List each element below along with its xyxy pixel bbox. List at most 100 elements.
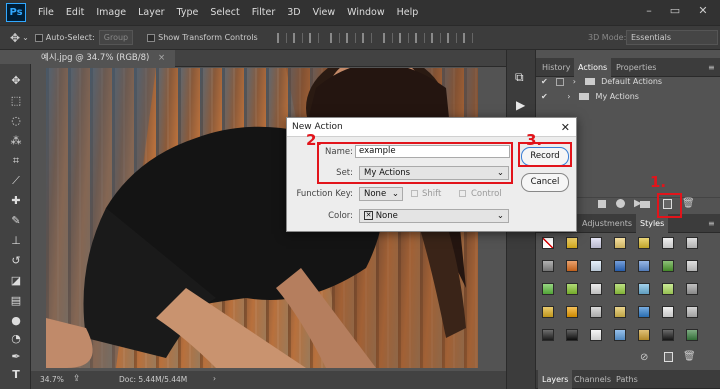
document-tab[interactable]: 예시.jpg @ 34.7% (RGB/8) × <box>31 50 176 67</box>
dodge-tool-icon[interactable]: ◔ <box>9 332 23 346</box>
align-right-icon[interactable] <box>361 32 372 43</box>
eyedropper-tool-icon[interactable]: ⟋ <box>9 174 23 188</box>
distribute-middle-icon[interactable] <box>398 32 409 43</box>
trash-icon[interactable]: 🗑 <box>683 351 696 362</box>
menu-image[interactable]: Image <box>90 0 132 25</box>
blur-tool-icon[interactable]: ● <box>9 314 23 328</box>
menu-file[interactable]: File <box>32 0 60 25</box>
expand-arrow-icon[interactable]: › <box>573 77 576 86</box>
auto-select-checkbox[interactable] <box>34 33 43 42</box>
menu-edit[interactable]: Edit <box>60 0 90 25</box>
control-checkbox[interactable] <box>459 190 466 197</box>
style-swatch[interactable] <box>686 329 698 341</box>
shift-checkbox[interactable] <box>411 190 418 197</box>
share-icon[interactable]: ⇪ <box>73 374 81 384</box>
status-arrow-icon[interactable]: › <box>213 374 216 383</box>
align-middle-icon[interactable] <box>292 32 303 43</box>
style-swatch[interactable] <box>566 306 578 318</box>
healing-brush-tool-icon[interactable]: ✚ <box>9 194 23 208</box>
actions-panel-icon[interactable]: ▶ <box>516 98 525 112</box>
style-swatch[interactable] <box>686 260 698 272</box>
style-swatch[interactable] <box>662 260 674 272</box>
cancel-button[interactable]: Cancel <box>521 173 569 192</box>
style-swatch[interactable] <box>566 260 578 272</box>
distribute-bottom-icon[interactable] <box>414 32 425 43</box>
align-center-icon[interactable] <box>345 32 356 43</box>
new-set-folder-icon[interactable] <box>640 201 650 208</box>
close-tab-icon[interactable]: × <box>158 53 165 63</box>
style-swatch[interactable] <box>542 329 554 341</box>
clear-style-icon[interactable]: ⊘ <box>640 352 648 363</box>
style-swatch[interactable] <box>590 260 602 272</box>
style-swatch[interactable] <box>590 283 602 295</box>
close-icon[interactable]: ✕ <box>561 118 570 137</box>
menu-3d[interactable]: 3D <box>281 0 306 25</box>
style-swatch[interactable] <box>614 306 626 318</box>
style-swatch[interactable] <box>542 283 554 295</box>
gradient-tool-icon[interactable]: ▤ <box>9 294 23 308</box>
minimize-icon[interactable]: – <box>640 4 658 20</box>
style-swatch[interactable] <box>662 329 674 341</box>
trash-icon[interactable]: 🗑 <box>682 198 695 209</box>
style-swatch[interactable] <box>662 283 674 295</box>
close-window-icon[interactable]: ✕ <box>694 4 712 20</box>
clone-stamp-tool-icon[interactable]: ⊥ <box>9 234 23 248</box>
menu-type[interactable]: Type <box>171 0 205 25</box>
distribute-top-icon[interactable] <box>382 32 393 43</box>
menu-filter[interactable]: Filter <box>246 0 282 25</box>
style-swatch[interactable] <box>590 329 602 341</box>
style-swatch[interactable] <box>566 329 578 341</box>
new-style-icon[interactable] <box>664 352 673 362</box>
function-key-select[interactable]: None ⌄ <box>359 187 403 201</box>
eraser-tool-icon[interactable]: ◪ <box>9 274 23 288</box>
record-icon[interactable] <box>616 199 625 208</box>
history-brush-tool-icon[interactable]: ↺ <box>9 254 23 268</box>
dialog-toggle-icon[interactable] <box>556 77 565 86</box>
tab-paths[interactable]: Paths <box>612 370 642 389</box>
style-swatch[interactable] <box>614 260 626 272</box>
style-swatch[interactable] <box>662 306 674 318</box>
style-swatch[interactable] <box>686 237 698 249</box>
style-swatch[interactable] <box>542 260 554 272</box>
marquee-tool-icon[interactable]: ⬚ <box>9 94 23 108</box>
toggle-check-icon[interactable]: ✔ <box>541 92 548 101</box>
align-bottom-icon[interactable] <box>308 32 319 43</box>
style-swatch[interactable] <box>638 329 650 341</box>
stop-icon[interactable] <box>598 200 606 208</box>
style-swatch[interactable] <box>614 237 626 249</box>
align-left-icon[interactable] <box>329 32 340 43</box>
workspace-dropdown[interactable]: Essentials <box>626 30 718 45</box>
style-swatch[interactable] <box>542 306 554 318</box>
tab-layers[interactable]: Layers <box>538 370 573 389</box>
type-tool-icon[interactable]: T <box>9 368 23 382</box>
move-tool-icon[interactable]: ✥ <box>9 74 23 88</box>
pen-tool-icon[interactable]: ✒ <box>9 350 23 364</box>
style-swatch[interactable] <box>590 237 602 249</box>
brush-tool-icon[interactable]: ✎ <box>9 214 23 228</box>
move-tool-icon[interactable]: ✥ <box>10 31 20 45</box>
style-swatch[interactable] <box>638 260 650 272</box>
toggle-check-icon[interactable]: ✔ <box>541 77 548 86</box>
menu-help[interactable]: Help <box>391 0 425 25</box>
action-set-row[interactable]: ✔ › Default Actions <box>536 74 720 90</box>
style-swatch[interactable] <box>638 237 650 249</box>
action-set-row[interactable]: ✔ › My Actions <box>536 89 720 105</box>
chevron-down-icon[interactable]: ⌄ <box>22 33 29 42</box>
menu-layer[interactable]: Layer <box>132 0 171 25</box>
style-swatch[interactable] <box>614 329 626 341</box>
style-swatch[interactable] <box>590 306 602 318</box>
style-swatch[interactable] <box>566 237 578 249</box>
menu-window[interactable]: Window <box>341 0 390 25</box>
style-swatch[interactable] <box>638 306 650 318</box>
distribute-left-icon[interactable] <box>430 32 441 43</box>
tab-channels[interactable]: Channels <box>570 370 615 389</box>
distribute-right-icon[interactable] <box>462 32 473 43</box>
tab-adjustments[interactable]: Adjustments <box>578 214 636 233</box>
distribute-center-icon[interactable] <box>446 32 457 43</box>
align-top-icon[interactable] <box>276 32 287 43</box>
style-swatch[interactable] <box>566 283 578 295</box>
style-swatch[interactable] <box>662 237 674 249</box>
magic-wand-tool-icon[interactable]: ⁂ <box>9 134 23 148</box>
color-select[interactable]: ✕ None ⌄ <box>359 209 509 223</box>
maximize-icon[interactable]: ▭ <box>666 4 684 20</box>
